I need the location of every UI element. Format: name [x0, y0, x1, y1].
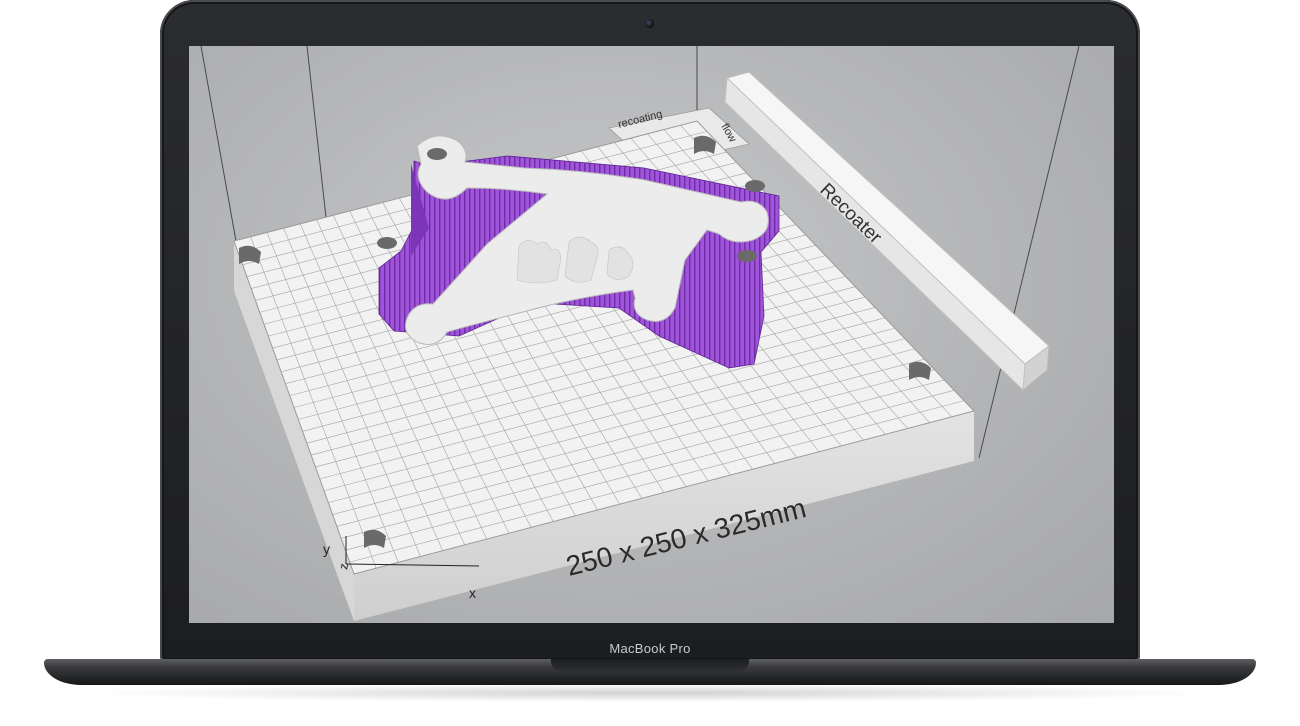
screen: Recoater recoating flow 250 x 250 x 325m…	[189, 46, 1114, 623]
device-brand-label: MacBook Pro	[609, 641, 691, 656]
laptop-shadow	[80, 684, 1220, 702]
build-viewport[interactable]: Recoater recoating flow 250 x 250 x 325m…	[189, 46, 1114, 623]
axis-x-label: x	[469, 585, 476, 601]
camera-icon	[645, 19, 654, 28]
laptop-mockup: Recoater recoating flow 250 x 250 x 325m…	[0, 0, 1300, 726]
laptop-notch	[551, 659, 749, 671]
axis-y-label: y	[323, 541, 330, 557]
